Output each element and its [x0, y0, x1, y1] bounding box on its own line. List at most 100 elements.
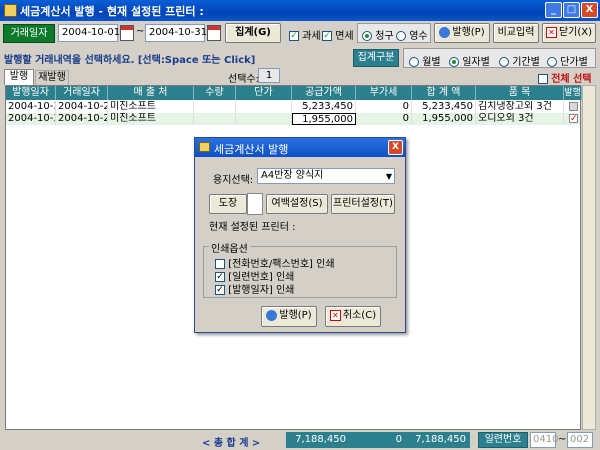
close-window-button[interactable]: X — [581, 2, 598, 18]
paper-select-value: A4반장 양식지 — [261, 170, 324, 181]
compare-input-button[interactable]: 비교입력 — [493, 23, 539, 43]
receipt-label: 영수 — [409, 31, 428, 42]
cell-customer: 미진소프트 — [108, 101, 194, 113]
maximize-button[interactable]: □ — [563, 2, 580, 18]
total-sum: 7,188,450 — [406, 432, 470, 448]
tax-check-icon: ✓ — [289, 31, 299, 41]
tax-checkbox[interactable]: ✓ 과세 — [289, 27, 321, 42]
cell-qty — [194, 113, 236, 125]
exempt-checkbox[interactable]: ✓ 면세 — [322, 27, 354, 42]
dialog-cancel-label: 취소(C) — [342, 310, 377, 321]
dialog-issue-button[interactable]: 발행(P) — [261, 306, 317, 327]
cell-total: 1,955,000 — [412, 113, 476, 125]
cell-unit-price — [236, 101, 292, 113]
serial-from-input[interactable]: 0410 — [530, 432, 558, 448]
tax-label: 과세 — [302, 31, 321, 42]
col-header-total[interactable]: 합 계 액 — [412, 86, 476, 100]
col-header-issue-date[interactable]: 발행일자 — [6, 86, 56, 100]
period-radio[interactable]: 기간별 — [499, 53, 540, 68]
row-issue-checkbox[interactable]: ✓ — [569, 114, 578, 124]
select-all-check-icon — [538, 74, 548, 84]
current-printer-label: 현재 설정된 프린터 : — [209, 222, 296, 233]
dialog-icon — [199, 142, 210, 152]
close-button[interactable]: ✕ 닫기(X) — [542, 23, 596, 43]
select-all-checkbox[interactable]: 전체 선택 — [538, 70, 591, 85]
tilde: ~ — [136, 26, 145, 37]
date-from-input[interactable]: 2004-10-01 — [58, 24, 120, 42]
dialog-cancel-button[interactable]: ✕ 취소(C) — [325, 306, 381, 327]
col-header-items[interactable]: 품 목 — [476, 86, 564, 100]
print-options-label: 인쇄옵션 — [209, 240, 250, 255]
select-all-label: 전체 선택 — [551, 74, 592, 85]
opt-date-checkbox[interactable]: ✓ [발행일자] 인쇄 — [215, 281, 294, 296]
issue-button-label: 발행(P) — [452, 27, 485, 38]
instruction-text: 발행할 거래내역을 선택하세요. [선택:Space 또는 Click] — [4, 55, 256, 66]
receipt-radio[interactable]: 영수 — [396, 27, 428, 42]
single-radio[interactable]: 단가별 — [547, 53, 588, 68]
table-row[interactable]: 2004-10-31 2004-10-27 미진소프트 1,955,000 0 … — [6, 113, 580, 125]
tab-issue[interactable]: 발행 — [4, 69, 34, 85]
cell-issue-date: 2004-10-31 — [6, 113, 56, 125]
claim-receipt-group: 청구 영수 — [357, 23, 431, 43]
stamp-preview — [247, 193, 263, 215]
cell-supply: 5,233,450 — [292, 101, 356, 113]
chevron-down-icon: ▼ — [385, 172, 392, 181]
tab-reissue[interactable]: 재발행 — [35, 70, 69, 85]
window-title: 세금계산서 발행 - 현재 설정된 프린터 : — [20, 5, 204, 18]
total-label: < 총 합 계 > — [202, 438, 261, 449]
grid-scrollbar[interactable] — [582, 85, 596, 430]
claim-label: 청구 — [375, 31, 394, 42]
opt-date-label: [발행일자] 인쇄 — [228, 285, 295, 296]
total-supply: 7,188,450 — [286, 432, 350, 448]
opt-date-check-icon: ✓ — [215, 285, 225, 295]
col-header-vat[interactable]: 부가세 — [356, 86, 412, 100]
monthly-label: 월별 — [422, 57, 441, 68]
cell-supply[interactable]: 1,955,000 — [292, 113, 356, 125]
aggregate-button[interactable]: 집계(G) — [225, 23, 281, 43]
toolbar: 거래일자 2004-10-01 ~ 2004-10-31 집계(G) ✓ 과세 … — [0, 21, 600, 46]
date-to-input[interactable]: 2004-10-31 — [145, 24, 207, 42]
dialog-close-button[interactable]: X — [388, 140, 403, 155]
col-header-supply[interactable]: 공급가액 — [292, 86, 356, 100]
footer: < 총 합 계 > 7,188,450 0 7,188,450 일련번호 041… — [0, 430, 600, 450]
col-header-trade-date[interactable]: 거래일자 — [56, 86, 108, 100]
serial-to-input[interactable]: 002 — [567, 432, 593, 448]
margin-settings-button[interactable]: 여백설정(S) — [266, 194, 328, 214]
calendar-from-icon[interactable] — [120, 25, 134, 41]
minimize-button[interactable]: _ — [545, 2, 562, 18]
claim-radio[interactable]: 청구 — [362, 27, 394, 42]
col-header-unit-price[interactable]: 단가 — [236, 86, 292, 100]
daily-label: 일자별 — [462, 57, 490, 68]
paper-select[interactable]: A4반장 양식지 ▼ — [257, 168, 395, 184]
daily-radio[interactable]: 일자별 — [449, 53, 490, 68]
cell-issue-date: 2004-10-31 — [6, 101, 56, 113]
paper-label: 용지선택: — [213, 175, 254, 186]
dialog-title: 세금계산서 발행 — [214, 143, 289, 156]
receipt-radio-icon — [396, 31, 406, 41]
table-row[interactable]: 2004-10-31 2004-10-23 미진소프트 5,233,450 0 … — [6, 101, 580, 113]
exempt-label: 면세 — [335, 31, 354, 42]
col-header-qty[interactable]: 수량 — [194, 86, 236, 100]
issue-button[interactable]: 발행(P) — [434, 23, 490, 43]
app-icon — [4, 4, 17, 17]
col-header-customer[interactable]: 매 출 처 — [108, 86, 194, 100]
period-label: 기간별 — [512, 57, 540, 68]
agg-type-group: 월별 일자별 기간별 단가별 — [403, 48, 596, 68]
issue-icon — [439, 26, 451, 38]
monthly-radio[interactable]: 월별 — [409, 53, 441, 68]
cell-items: 오디오외 3건 — [476, 113, 564, 125]
row-issue-checkbox[interactable] — [569, 102, 578, 111]
stamp-button[interactable]: 도장 — [209, 194, 247, 214]
total-vat: 0 — [350, 432, 406, 448]
cell-items: 김치냉장고외 3건 — [476, 101, 564, 113]
agg-type-label: 집계구분 — [353, 49, 399, 67]
monthly-radio-icon — [409, 57, 419, 67]
select-count: 1 — [258, 68, 280, 83]
printer-settings-button[interactable]: 프린터설정(T) — [331, 194, 395, 214]
cell-total: 5,233,450 — [412, 101, 476, 113]
date-label: 거래일자 — [3, 24, 55, 43]
calendar-to-icon[interactable] — [207, 25, 221, 41]
dialog-issue-label: 발행(P) — [279, 310, 312, 321]
col-header-issue[interactable]: 발행 — [564, 86, 582, 100]
title-bar: 세금계산서 발행 - 현재 설정된 프린터 : _ □ X — [0, 0, 600, 21]
